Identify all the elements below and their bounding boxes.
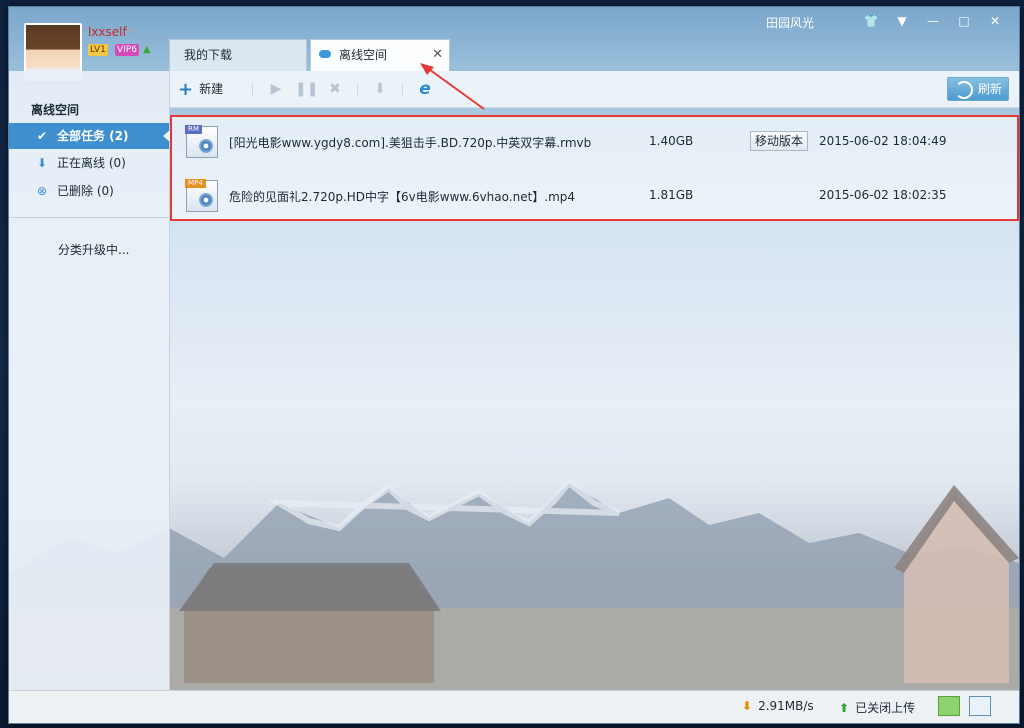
file-size: 1.40GB [649, 134, 694, 148]
upload-arrow-icon: ⬆ [839, 701, 850, 715]
cloud-icon [319, 50, 331, 58]
skin-name[interactable]: 田园风光 [766, 14, 814, 31]
tab-offline-space[interactable]: 离线空间 ✕ [310, 39, 450, 71]
minimize-icon[interactable]: — [922, 12, 944, 30]
sidebar-item-label: 正在离线 (0) [57, 156, 126, 170]
menu-icon[interactable]: ▼ [891, 12, 913, 30]
sidebar-item-label: 已删除 (0) [57, 184, 114, 198]
speed-value: 2.91MB/s [758, 699, 814, 713]
file-name[interactable]: 危险的见面礼2.720p.HD中字【6v电影www.6vhao.net】.mp4 [229, 188, 575, 205]
toolbar-divider [357, 83, 358, 97]
tab-label: 我的下载 [184, 48, 233, 62]
download-arrow-icon: ⬇ [742, 699, 753, 713]
level-badge[interactable]: LV1 [88, 44, 108, 56]
new-task-button[interactable]: + 新建 [178, 79, 224, 100]
list-item[interactable]: RM [阳光电影www.ygdy8.com].美狙击手.BD.720p.中英双字… [172, 117, 1017, 169]
file-date: 2015-06-02 18:02:35 [819, 188, 947, 202]
file-list: RM [阳光电影www.ygdy8.com].美狙击手.BD.720p.中英双字… [170, 115, 1019, 221]
mp4-file-icon: MP4 [185, 179, 218, 212]
refresh-button[interactable]: 刷新 [947, 77, 1009, 101]
chart-view-icon[interactable] [938, 696, 960, 716]
upload-label: 已关闭上传 [855, 701, 916, 715]
tab-my-downloads[interactable]: 我的下载 [169, 39, 307, 71]
mobile-version-button[interactable]: 移动版本 [750, 131, 809, 151]
toolbar: + 新建 ▶ ❚❚ ✖ ⬇ e 刷新 [170, 71, 1019, 108]
sidebar-item-all-tasks[interactable]: ✔ 全部任务 (2) [9, 123, 170, 149]
file-date: 2015-06-02 18:04:49 [819, 134, 947, 148]
sidebar-divider [9, 217, 169, 218]
toolbar-divider [252, 83, 253, 97]
rm-file-icon: RM [185, 125, 218, 158]
play-icon[interactable]: ▶ [266, 79, 286, 99]
check-icon: ✔ [36, 129, 48, 143]
download-speed: ⬇ 2.91MB/s [742, 699, 814, 713]
chevron-down-icon[interactable]: ▼ [127, 27, 134, 37]
new-button-label: 新建 [199, 82, 224, 96]
close-icon[interactable]: ✕ [984, 12, 1006, 30]
sidebar: 离线空间 ✔ 全部任务 (2) ⬇ 正在离线 (0) ⊗ 已删除 (0) 分类升… [9, 71, 170, 691]
browser-e-icon[interactable]: e [415, 79, 435, 99]
category-upgrading-text: 分类升级中... [58, 243, 130, 257]
sidebar-item-in-progress[interactable]: ⬇ 正在离线 (0) [9, 150, 169, 176]
toolbar-divider [402, 83, 403, 97]
selection-pointer [163, 130, 170, 142]
list-item[interactable]: MP4 危险的见面礼2.720p.HD中字【6v电影www.6vhao.net】… [172, 171, 1017, 223]
maximize-icon[interactable]: □ [953, 12, 975, 30]
file-type-tag: RM [185, 125, 202, 134]
upgrade-arrow-icon[interactable]: ▲ [143, 44, 151, 55]
upload-status[interactable]: ⬆ 已关闭上传 [839, 699, 915, 716]
refresh-label: 刷新 [978, 82, 1003, 96]
username[interactable]: lxxself [88, 25, 127, 39]
download-arrow-icon: ⬇ [36, 156, 48, 170]
file-size: 1.81GB [649, 188, 694, 202]
status-bar: ⬇ 2.91MB/s ⬆ 已关闭上传 [9, 690, 1019, 723]
panel-view-icon[interactable] [969, 696, 991, 716]
refresh-icon [955, 81, 973, 99]
sidebar-item-label: 全部任务 (2) [57, 129, 129, 143]
delete-circle-icon: ⊗ [36, 184, 48, 198]
shirt-icon[interactable]: 👕 [860, 12, 882, 30]
file-name[interactable]: [阳光电影www.ygdy8.com].美狙击手.BD.720p.中英双字幕.r… [229, 134, 591, 151]
download-to-local-icon[interactable]: ⬇ [370, 79, 390, 99]
close-tab-icon[interactable]: ✕ [432, 40, 443, 70]
sidebar-item-deleted[interactable]: ⊗ 已删除 (0) [9, 178, 169, 204]
file-type-tag: MP4 [185, 179, 206, 188]
app-window: 田园风光 👕 ▼ — □ ✕ lxxself ▼ LV1 VIP6 ▲ 我的下载… [8, 6, 1020, 724]
sidebar-title: 离线空间 [31, 103, 80, 117]
tab-label: 离线空间 [339, 48, 388, 62]
pause-icon[interactable]: ❚❚ [295, 79, 318, 99]
delete-icon[interactable]: ✖ [325, 79, 345, 99]
title-bar: 田园风光 👕 ▼ — □ ✕ [9, 7, 1019, 39]
plus-icon: + [178, 79, 194, 100]
media-disc-icon [199, 139, 213, 153]
vip-badge[interactable]: VIP6 [115, 44, 139, 56]
media-disc-icon [199, 193, 213, 207]
